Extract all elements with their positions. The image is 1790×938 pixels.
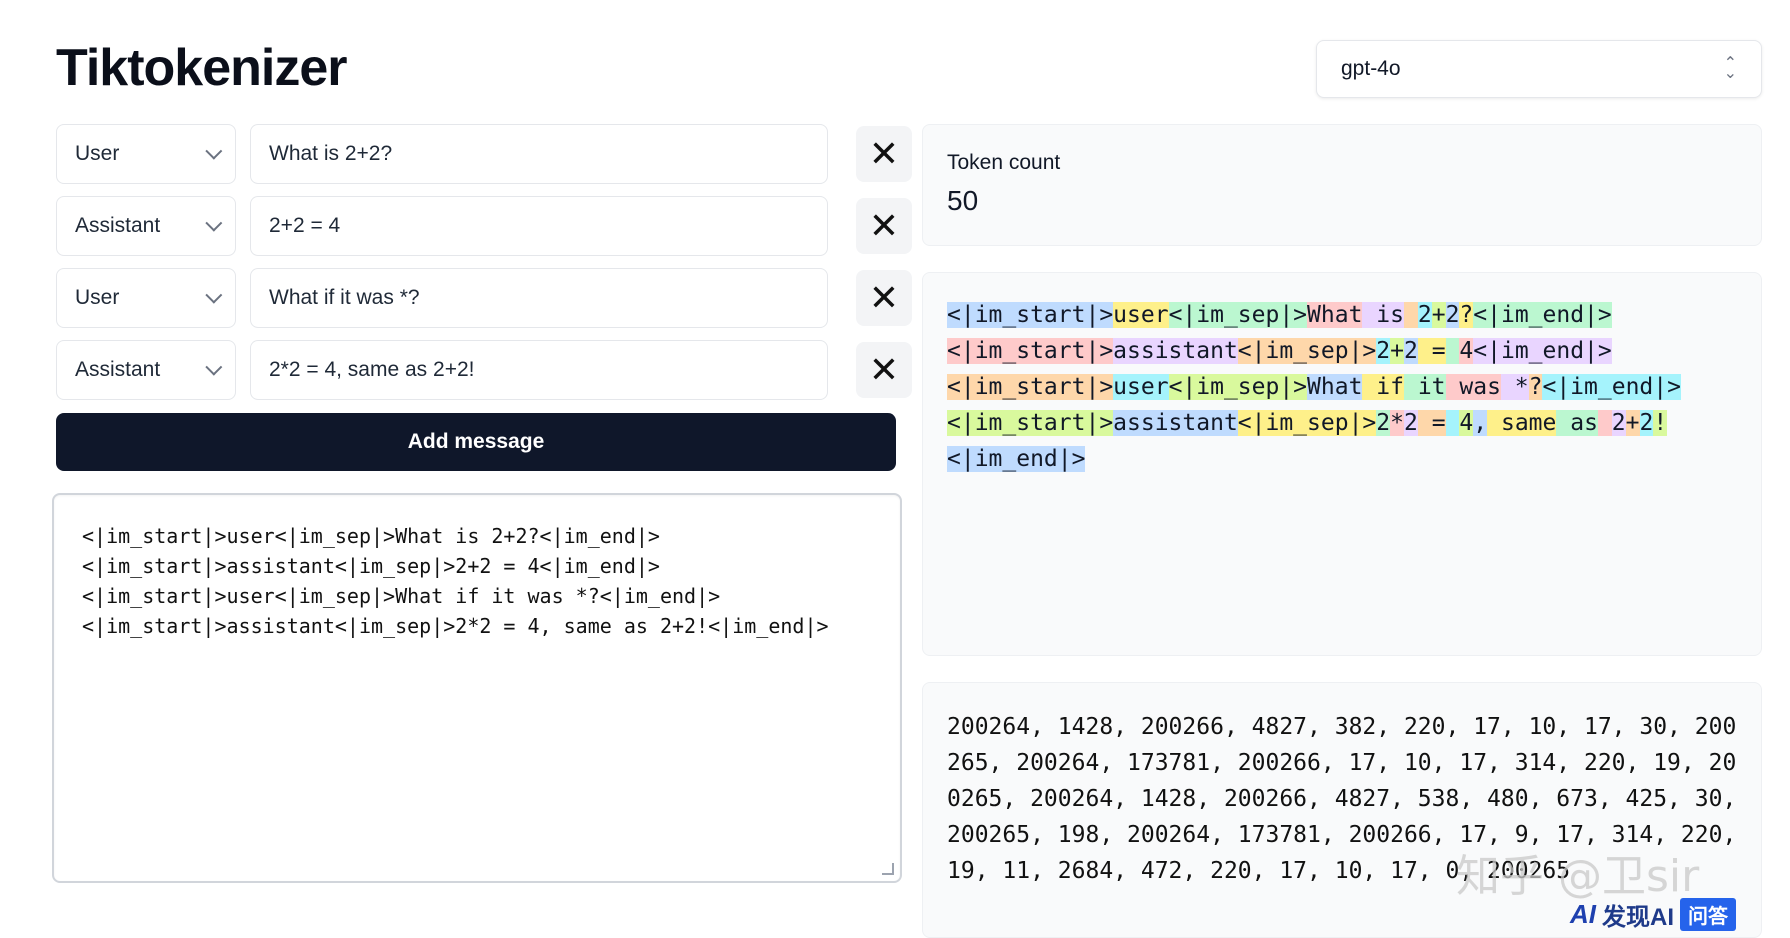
- delete-message-button[interactable]: ✕: [856, 270, 912, 326]
- token-chip: What: [1307, 302, 1363, 328]
- token-chip: was: [1445, 374, 1501, 400]
- close-icon: ✕: [868, 133, 900, 174]
- role-select[interactable]: User: [56, 268, 236, 328]
- token-chip: <|im_start|>: [947, 410, 1114, 436]
- token-chip: 2: [1611, 410, 1626, 436]
- message-row: Assistant 2*2 = 4, same as 2+2! ✕: [56, 340, 912, 400]
- token-visualization-card: <|im_start|>user<|im_sep|>What is 2+2?<|…: [922, 272, 1762, 656]
- message-row: Assistant 2+2 = 4 ✕: [56, 196, 912, 256]
- token-chip: What: [1307, 374, 1363, 400]
- chevron-down-icon: [205, 358, 223, 376]
- token-chip: <|im_start|>: [947, 338, 1114, 364]
- delete-message-button[interactable]: ✕: [856, 126, 912, 182]
- token-chip: =: [1417, 410, 1446, 436]
- add-message-button[interactable]: Add message: [56, 413, 896, 471]
- token-chip: 2: [1639, 410, 1654, 436]
- token-chip: user: [1113, 302, 1169, 328]
- token-chip: <|im_sep|>: [1168, 302, 1308, 328]
- token-chip: <|im_start|>: [947, 302, 1114, 328]
- token-chip: 2: [1417, 302, 1432, 328]
- watermark: 知乎 @卫sir: [1456, 851, 1700, 902]
- app-title: Tiktokenizer: [56, 39, 347, 97]
- raw-prompt-line: <|im_start|>user<|im_sep|>What if it was…: [82, 584, 721, 608]
- token-chip: =: [1417, 338, 1446, 364]
- token-chip: <|im_sep|>: [1168, 374, 1308, 400]
- token-chip: as: [1556, 410, 1598, 436]
- token-count-value: 50: [947, 185, 979, 216]
- token-chip: +: [1431, 302, 1446, 328]
- token-chip: 2: [1404, 410, 1418, 436]
- delete-message-button[interactable]: ✕: [856, 198, 912, 254]
- token-chip: <|im_sep|>: [1237, 338, 1377, 364]
- close-icon: ✕: [868, 205, 900, 246]
- role-select[interactable]: User: [56, 124, 236, 184]
- close-icon: ✕: [868, 349, 900, 390]
- token-chip: *: [1500, 374, 1529, 400]
- site-logo: AI 发现AI 问答: [1570, 896, 1736, 932]
- role-select-value: User: [75, 142, 120, 165]
- token-chip: <|im_end|>: [1473, 338, 1612, 364]
- raw-prompt-line: <|im_start|>assistant<|im_sep|>2+2 = 4<|…: [82, 554, 660, 578]
- token-chip: <|im_start|>: [947, 374, 1114, 400]
- raw-prompt-textarea[interactable]: <|im_start|>user<|im_sep|>What is 2+2?<|…: [52, 493, 902, 883]
- token-chip: same: [1487, 410, 1557, 436]
- role-select-value: Assistant: [75, 358, 161, 381]
- token-chip: is: [1362, 302, 1404, 328]
- logo-text: 发现AI: [1602, 903, 1674, 931]
- token-count-label: Token count: [947, 151, 1061, 174]
- token-visualization: <|im_start|>user<|im_sep|>What is 2+2?<|…: [947, 297, 1737, 477]
- token-chip: [1403, 302, 1418, 328]
- token-chip: 2: [1445, 302, 1460, 328]
- token-chip: 2: [1404, 338, 1418, 364]
- token-chip: ,: [1473, 410, 1488, 436]
- model-select[interactable]: gpt-4o ⌃ ⌄: [1316, 40, 1762, 98]
- token-chip: !: [1653, 410, 1668, 436]
- message-input[interactable]: 2*2 = 4, same as 2+2!: [250, 340, 828, 400]
- token-chip: [1597, 410, 1612, 436]
- token-chip: ?: [1528, 374, 1543, 400]
- token-chip: 2: [1376, 410, 1391, 436]
- delete-message-button[interactable]: ✕: [856, 342, 912, 398]
- chevron-down-icon: [205, 214, 223, 232]
- token-chip: +: [1625, 410, 1640, 436]
- token-chip: 4: [1459, 410, 1474, 436]
- role-select-value: User: [75, 286, 120, 309]
- token-chip: assistant: [1113, 410, 1238, 436]
- chevron-down-icon: [205, 286, 223, 304]
- token-chip: ?: [1459, 302, 1474, 328]
- token-chip: <|im_end|>: [1542, 374, 1681, 400]
- model-select-value: gpt-4o: [1341, 57, 1401, 80]
- role-select[interactable]: Assistant: [56, 196, 236, 256]
- token-chip: user: [1113, 374, 1169, 400]
- token-chip: [1445, 338, 1460, 364]
- message-row: User What is 2+2? ✕: [56, 124, 912, 184]
- message-input[interactable]: 2+2 = 4: [250, 196, 828, 256]
- token-chip: it: [1403, 374, 1446, 400]
- logo-badge: 问答: [1680, 897, 1736, 931]
- token-chip: +: [1390, 338, 1404, 364]
- raw-prompt-line: <|im_start|>user<|im_sep|>What is 2+2?<|…: [82, 524, 660, 548]
- token-count-card: Token count 50: [922, 124, 1762, 246]
- message-input[interactable]: What if it was *?: [250, 268, 828, 328]
- token-chip: if: [1362, 374, 1404, 400]
- token-chip: [1445, 410, 1460, 436]
- token-chip: assistant: [1113, 338, 1238, 364]
- close-icon: ✕: [868, 277, 900, 318]
- message-row: User What if it was *? ✕: [56, 268, 912, 328]
- token-chip: *: [1390, 410, 1404, 436]
- message-input[interactable]: What is 2+2?: [250, 124, 828, 184]
- resize-handle[interactable]: [882, 863, 894, 875]
- logo-mark: AI: [1570, 898, 1596, 929]
- role-select[interactable]: Assistant: [56, 340, 236, 400]
- raw-prompt-line: <|im_start|>assistant<|im_sep|>2*2 = 4, …: [82, 614, 829, 638]
- token-chip: <|im_end|>: [1473, 302, 1612, 328]
- token-chip: 2: [1376, 338, 1391, 364]
- chevron-down-icon: [205, 142, 223, 160]
- token-chip: <|im_end|>: [947, 446, 1086, 472]
- token-chip: 4: [1459, 338, 1474, 364]
- chevron-up-down-icon: ⌃ ⌄: [1723, 55, 1737, 82]
- role-select-value: Assistant: [75, 214, 161, 237]
- token-chip: <|im_sep|>: [1237, 410, 1377, 436]
